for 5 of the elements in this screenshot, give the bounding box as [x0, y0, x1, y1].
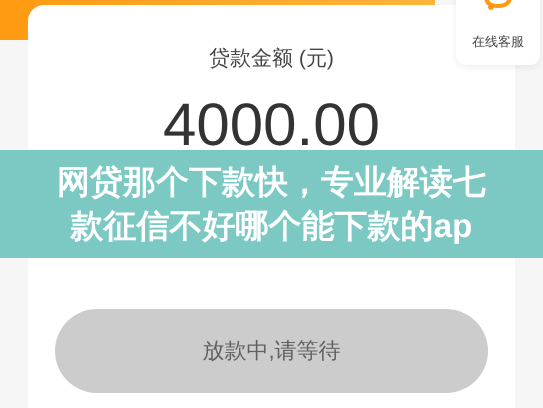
customer-service-label: 在线客服 [472, 32, 524, 50]
loan-amount: 4000.00 [163, 92, 380, 156]
amount-label: 贷款金额 (元) [209, 46, 334, 72]
customer-service-widget[interactable]: 在线客服 [456, 0, 540, 65]
banner-title: 网贷那个下款快，专业解读七款征信不好哪个能下款的ap [56, 162, 487, 246]
